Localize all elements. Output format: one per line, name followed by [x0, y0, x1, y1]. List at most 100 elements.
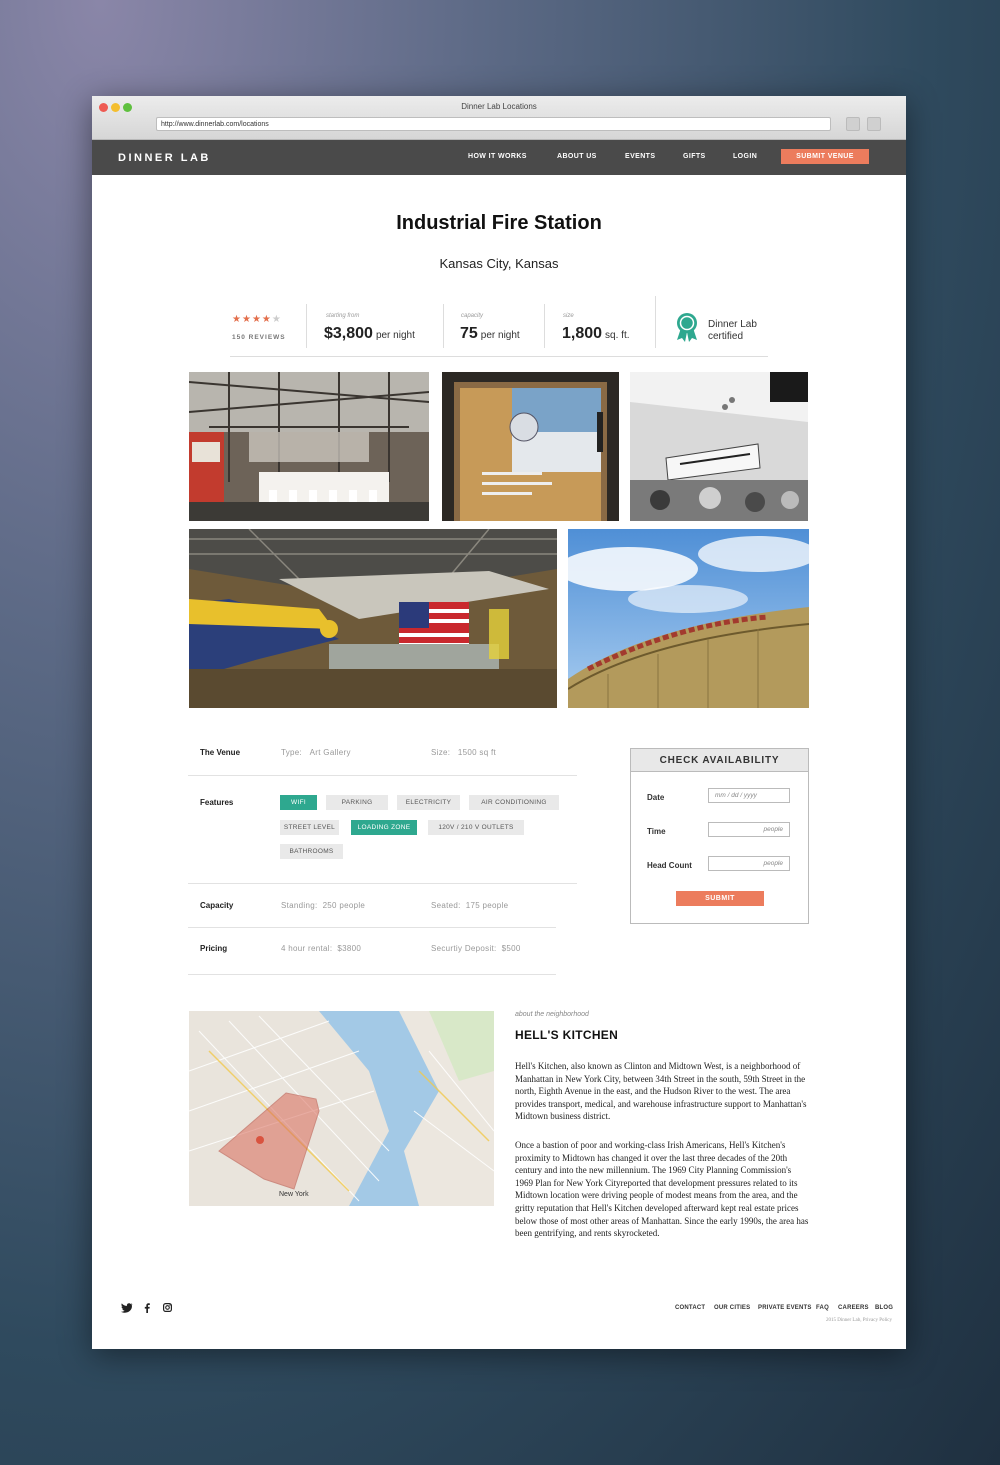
browser-window: Dinner Lab Locations http://www.dinnerla… [92, 96, 906, 1349]
time-input[interactable]: people [708, 822, 790, 837]
neighborhood-map[interactable]: New York [189, 1011, 494, 1206]
standing-value: 250 people [322, 901, 366, 910]
seated-value: 175 people [465, 901, 509, 910]
rating-stars: ★★★★★ [232, 314, 282, 325]
cert-line1: Dinner Lab [708, 319, 757, 330]
size-value: 1,800 [562, 325, 603, 342]
venue-type: Type: Art Gallery [281, 748, 351, 757]
venue-stats: ★★★★★ 150 REVIEWS starting from $3,800 pe… [230, 296, 768, 357]
cert-line2: certified [708, 331, 744, 342]
divider [544, 304, 545, 348]
address-bar[interactable]: http://www.dinnerlab.com/locations [156, 117, 831, 131]
star-icon: ★ [241, 314, 252, 325]
feature-tag-electricity[interactable]: ELECTRICITY [397, 795, 460, 810]
date-label: Date [647, 793, 665, 802]
divider [443, 304, 444, 348]
price-stat: $3,800 per night [324, 325, 415, 343]
features-section-label: Features [200, 798, 234, 807]
reviews-link[interactable]: 150 REVIEWS [232, 334, 286, 341]
divider [188, 775, 577, 776]
standing-key: Standing: [281, 901, 318, 910]
price-label: starting from [326, 313, 360, 319]
divider [188, 974, 556, 975]
price-unit: per night [375, 330, 415, 341]
star-icon: ★ [261, 314, 272, 325]
size-unit: sq. ft. [605, 330, 630, 341]
ribbon-badge-icon [677, 313, 697, 342]
star-icon: ★ [251, 314, 262, 325]
deposit-value: $500 [501, 944, 521, 953]
certified-badge-text: Dinner Lab certified [708, 319, 757, 343]
footer-faq[interactable]: FAQ [816, 1305, 829, 1311]
divider [306, 304, 307, 348]
neighborhood-title: HELL'S KITCHEN [515, 1028, 619, 1042]
footer-our-cities[interactable]: OUR CITIES [714, 1305, 750, 1311]
footer-private-events[interactable]: PRIVATE EVENTS [758, 1305, 812, 1311]
security-deposit: Securtiy Deposit: $500 [431, 944, 521, 953]
head-count-input[interactable]: people [708, 856, 790, 871]
head-count-label: Head Count [647, 861, 692, 870]
venue-location: Kansas City, Kansas [439, 256, 559, 271]
instagram-icon[interactable] [163, 1303, 172, 1312]
capacity-label: capacity [461, 313, 484, 319]
rental-value: $3800 [337, 944, 362, 953]
nav-how-it-works[interactable]: HOW IT WORKS [468, 153, 527, 160]
venue-photo-museum-exterior[interactable] [568, 529, 809, 708]
map-label-new-york: New York [279, 1191, 309, 1198]
browser-chrome: Dinner Lab Locations http://www.dinnerla… [92, 96, 906, 140]
dinner-lab-logo[interactable]: DINNER LAB [118, 152, 211, 164]
venue-photo-hangar-airplanes[interactable] [189, 529, 557, 708]
share-button[interactable] [846, 117, 860, 131]
twitter-icon[interactable] [121, 1303, 133, 1313]
submit-venue-button[interactable]: SUBMIT VENUE [781, 149, 869, 164]
divider [188, 927, 556, 928]
availability-title: CHECK AVAILABILITY [631, 749, 808, 772]
star-icon: ★ [271, 314, 282, 325]
tabs-button[interactable] [867, 117, 881, 131]
venue-photo-glass-door[interactable] [442, 372, 619, 521]
feature-tag-wifi[interactable]: WIFI [280, 795, 317, 810]
submit-button[interactable]: SUBMIT [676, 891, 764, 906]
venue-size: Size: 1500 sq ft [431, 748, 496, 757]
nav-about-us[interactable]: ABOUT US [557, 153, 597, 160]
nav-gifts[interactable]: GIFTS [683, 153, 706, 160]
star-icon: ★ [232, 314, 242, 325]
nav-login[interactable]: LOGIN [733, 153, 757, 160]
footer-blog[interactable]: BLOG [875, 1305, 893, 1311]
capacity-unit: per night [480, 330, 520, 341]
price-value: $3,800 [324, 325, 373, 342]
venue-size-key: Size: [431, 748, 451, 757]
venue-title: Industrial Fire Station [396, 212, 602, 234]
deposit-key: Securtiy Deposit: [431, 944, 497, 953]
pricing-section-label: Pricing [200, 944, 228, 953]
divider [655, 296, 656, 348]
window-title: Dinner Lab Locations [461, 102, 537, 111]
neighborhood-kicker: about the neighborhood [515, 1011, 589, 1018]
facebook-icon[interactable] [144, 1303, 150, 1313]
seated-capacity: Seated: 175 people [431, 901, 508, 910]
rental-key: 4 hour rental: [281, 944, 333, 953]
venue-size-value: 1500 sq ft [457, 748, 497, 757]
nav-events[interactable]: EVENTS [625, 153, 655, 160]
feature-tag-air-conditioning[interactable]: AIR CONDITIONING [469, 795, 559, 810]
date-input[interactable]: mm / dd / yyyy [708, 788, 790, 803]
feature-tag-outlets[interactable]: 120V / 210 V OUTLETS [428, 820, 524, 835]
capacity-section-label: Capacity [200, 901, 234, 910]
venue-type-key: Type: [281, 748, 303, 757]
feature-tag-loading-zone[interactable]: LOADING ZONE [351, 820, 417, 835]
size-label: size [563, 313, 574, 319]
footer-contact[interactable]: CONTACT [675, 1305, 705, 1311]
feature-tag-parking[interactable]: PARKING [326, 795, 388, 810]
venue-photo-hall-tables[interactable] [189, 372, 429, 521]
feature-tag-bathrooms[interactable]: BATHROOMS [280, 844, 343, 859]
time-label: Time [647, 827, 666, 836]
size-stat: 1,800 sq. ft. [562, 325, 630, 343]
feature-tag-street-level[interactable]: STREET LEVEL [280, 820, 339, 835]
footer-careers[interactable]: CAREERS [838, 1305, 869, 1311]
venue-section-label: The Venue [200, 748, 241, 757]
footer-copyright: 2015 Dinner Lab, Privacy Policy [826, 1318, 892, 1323]
neighborhood-paragraph-2: Once a bastion of poor and working-class… [515, 1140, 809, 1239]
venue-photo-museum-sign[interactable] [630, 372, 808, 521]
venue-type-value: Art Gallery [309, 748, 351, 757]
neighborhood-paragraph-1: Hell's Kitchen, also known as Clinton an… [515, 1061, 807, 1122]
